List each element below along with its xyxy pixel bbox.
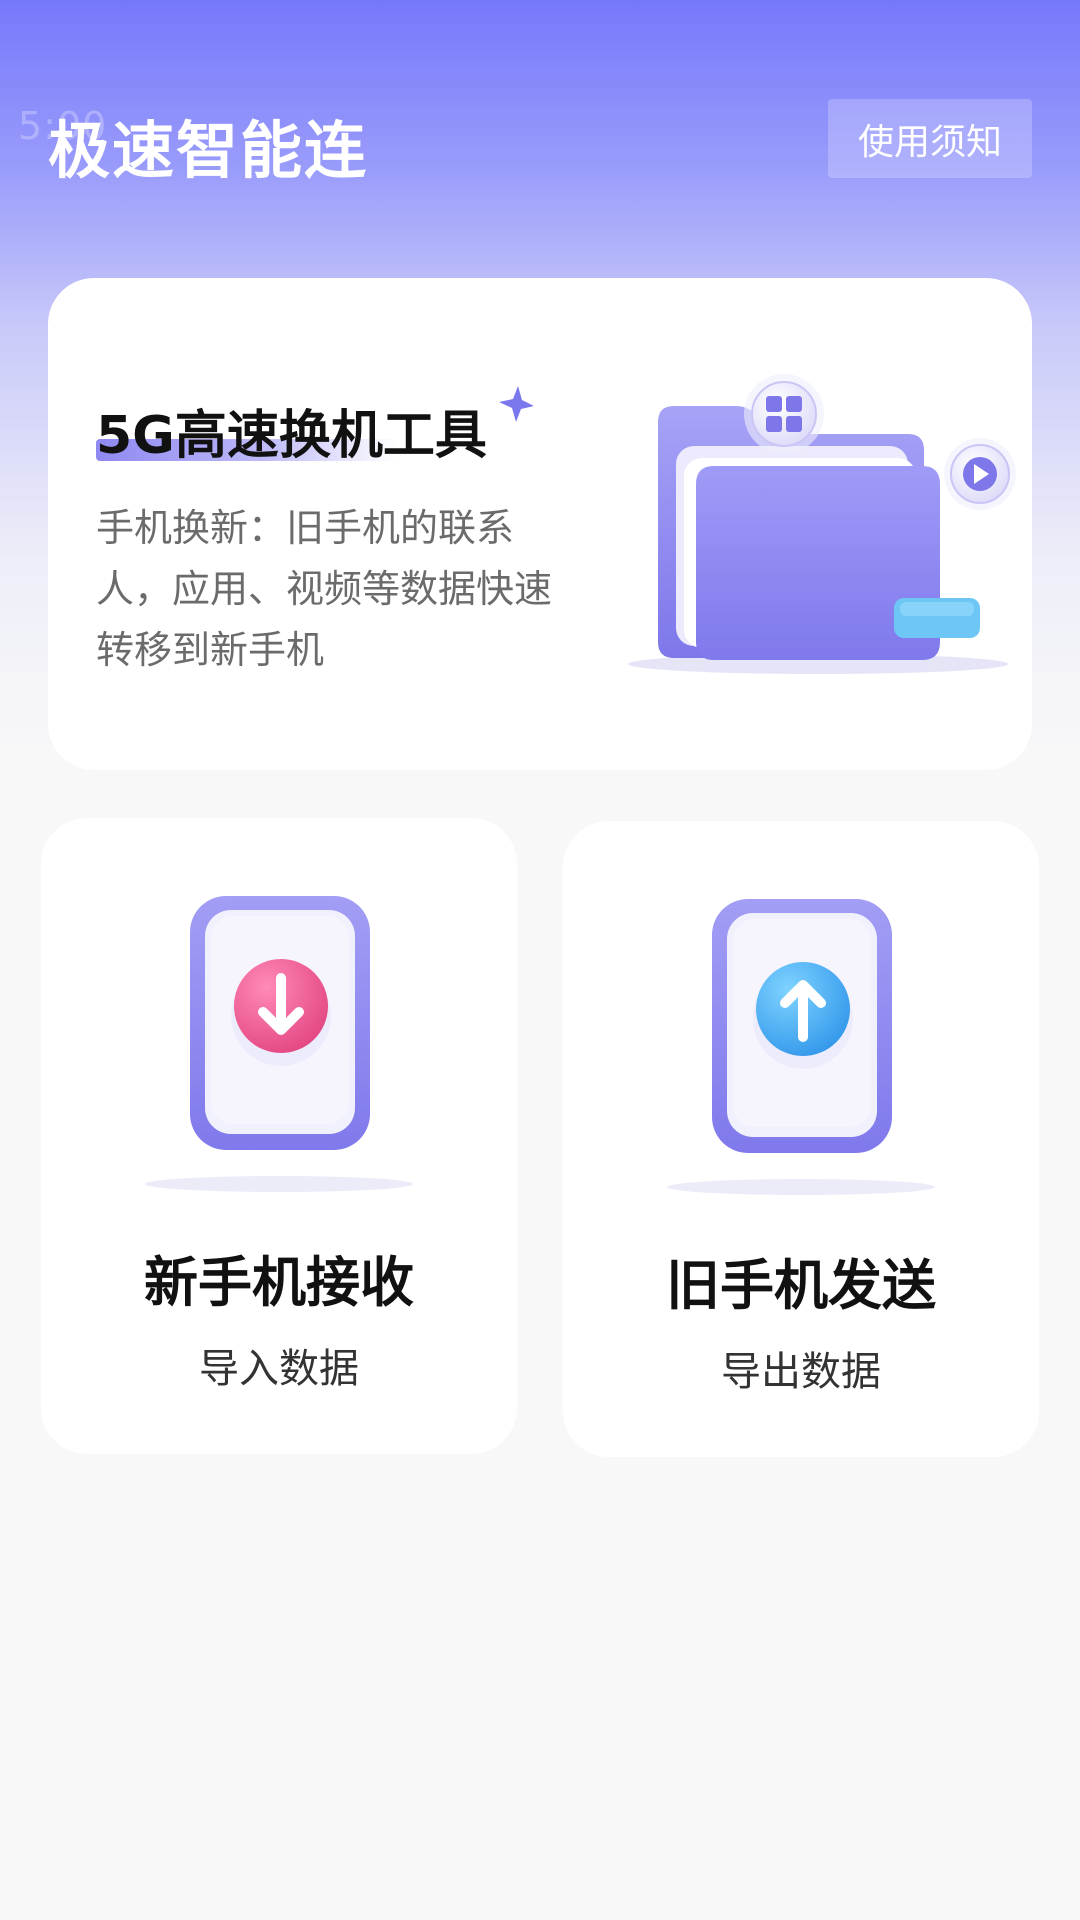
folder-icon	[628, 374, 1016, 674]
sparkle-icon	[499, 386, 534, 422]
phone-send-icon	[667, 899, 935, 1195]
receive-subtitle: 导入数据	[199, 1346, 359, 1392]
send-subtitle: 导出数据	[721, 1349, 881, 1395]
page-title: 极速智能连	[48, 114, 369, 187]
hero-card[interactable]: 5G高速换机工具 手机换新：旧手机的联系人，应用、视频等数据快速转移到新手机	[48, 278, 1032, 770]
hero-title-wrap: 5G高速换机工具	[96, 393, 487, 466]
hero-title: 5G高速换机工具	[96, 406, 487, 466]
hero-description: 手机换新：旧手机的联系人，应用、视频等数据快速转移到新手机	[96, 506, 553, 672]
phone-receive-icon	[145, 896, 413, 1192]
send-card[interactable]: 旧手机发送 导出数据	[563, 821, 1039, 1457]
receive-title: 新手机接收	[144, 1251, 414, 1314]
receive-card[interactable]: 新手机接收 导入数据	[41, 818, 517, 1454]
send-title: 旧手机发送	[666, 1254, 936, 1317]
app-screen: 5:00 极速智能连 使用须知 5G高速换机工具 手机换新：旧手机的联系人，应用…	[0, 0, 1080, 1920]
usage-notice-button[interactable]: 使用须知	[828, 99, 1032, 178]
